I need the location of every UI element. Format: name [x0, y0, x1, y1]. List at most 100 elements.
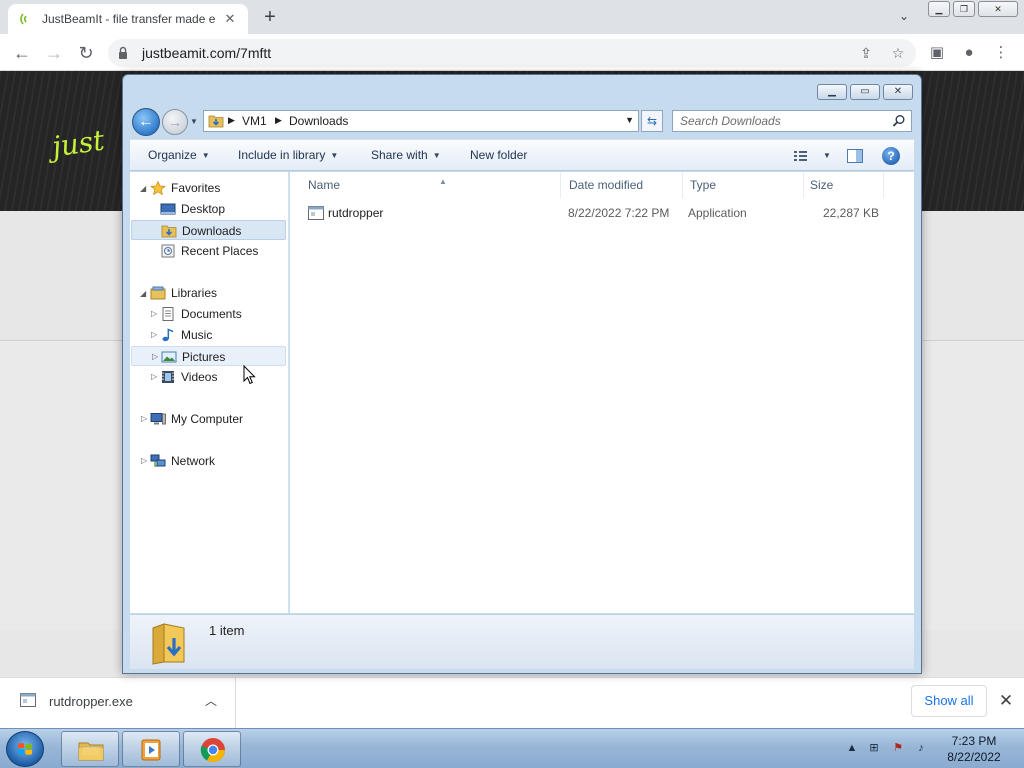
column-header-date-modified[interactable]: Date modified	[563, 172, 683, 198]
explorer-maximize-button[interactable]: ▭	[850, 84, 880, 100]
star-icon	[150, 181, 166, 195]
file-type: Application	[688, 206, 747, 220]
search-icon[interactable]	[892, 114, 906, 128]
taskbar-chrome-button[interactable]	[183, 731, 241, 767]
search-input[interactable]: Search Downloads	[672, 110, 912, 132]
column-header-size[interactable]: Size	[804, 172, 884, 198]
downloads-folder-icon	[208, 115, 224, 128]
file-size: 22,287 KB	[823, 206, 880, 220]
browser-tab-active[interactable]: JustBeamIt - file transfer made e ✕	[8, 4, 248, 34]
nav-label: Music	[181, 328, 213, 342]
nav-documents[interactable]: ▷ Documents	[130, 304, 286, 324]
nav-label: Favorites	[171, 181, 221, 195]
preview-pane-icon[interactable]	[846, 147, 864, 165]
address-bar[interactable]: justbeamit.com/7mftt ⇪ ☆	[108, 39, 916, 67]
taskbar-explorer-button[interactable]	[61, 731, 119, 767]
downloads-folder-large-icon	[152, 623, 185, 665]
browser-tab-strip: JustBeamIt - file transfer made e ✕ + ⌄ …	[0, 0, 1024, 34]
nav-downloads[interactable]: Downloads	[131, 220, 286, 240]
nav-videos[interactable]: ▷ Videos	[130, 367, 286, 387]
system-clock[interactable]: 7:23 PM 8/22/2022	[934, 733, 1014, 765]
action-center-flag-icon[interactable]: ⚑	[891, 741, 905, 755]
search-placeholder: Search Downloads	[680, 114, 781, 128]
nav-recent-places[interactable]: Recent Places	[130, 241, 286, 261]
address-dropdown-icon[interactable]: ▼	[625, 115, 634, 125]
network-icon	[150, 454, 166, 467]
explorer-forward-icon[interactable]: →	[162, 109, 188, 135]
collapsed-triangle-icon[interactable]: ▷	[152, 347, 158, 367]
breadcrumb-separator-icon[interactable]: ▶	[228, 115, 235, 126]
breadcrumb-downloads[interactable]: Downloads	[289, 114, 348, 128]
refresh-icon[interactable]: ⇆	[641, 110, 663, 132]
item-count: 1 item	[209, 623, 245, 638]
column-header-type[interactable]: Type	[684, 172, 804, 198]
browser-minimize-button[interactable]: ▁	[928, 1, 950, 17]
organize-button[interactable]: Organize ▼	[148, 148, 210, 162]
browser-restore-button[interactable]: ❐	[953, 1, 975, 17]
tab-search-chevron-icon[interactable]: ⌄	[896, 9, 912, 25]
include-in-library-label: Include in library	[238, 148, 326, 162]
file-name: rutdropper	[328, 206, 384, 220]
reload-icon[interactable]: ↻	[74, 41, 98, 65]
nav-pictures[interactable]: ▷ Pictures	[131, 346, 286, 366]
profile-avatar-icon[interactable]: ●	[959, 43, 979, 63]
explorer-close-button[interactable]: ✕	[883, 84, 913, 100]
file-row[interactable]: rutdropper 8/22/2022 7:22 PM Application…	[290, 202, 914, 224]
side-panel-icon[interactable]: ▣	[927, 43, 947, 63]
collapsed-triangle-icon[interactable]: ▷	[151, 325, 157, 345]
start-button[interactable]	[6, 731, 44, 767]
chrome-menu-icon[interactable]: ⋮	[991, 43, 1011, 63]
collapsed-triangle-icon[interactable]: ▷	[151, 304, 157, 324]
explorer-address-bar[interactable]: ▶ VM1 ▶ Downloads ▼	[203, 110, 639, 132]
share-with-button[interactable]: Share with ▼	[371, 148, 441, 162]
help-icon[interactable]: ?	[882, 147, 900, 165]
expanded-triangle-icon[interactable]: ◢	[140, 179, 146, 199]
nav-desktop[interactable]: Desktop	[130, 199, 286, 219]
taskbar-media-player-button[interactable]	[122, 731, 180, 767]
tab-close-icon[interactable]: ✕	[222, 11, 238, 27]
recent-places-icon	[161, 244, 175, 258]
nav-music[interactable]: ▷ Music	[130, 325, 286, 345]
bookmark-star-icon[interactable]: ☆	[889, 44, 907, 62]
expanded-triangle-icon[interactable]: ◢	[140, 284, 146, 304]
clock-time: 7:23 PM	[951, 734, 997, 748]
nav-network[interactable]: ▷ Network	[130, 451, 286, 471]
network-tray-icon[interactable]: ⊞	[867, 741, 881, 755]
change-view-icon[interactable]	[792, 147, 810, 165]
browser-close-button[interactable]: ✕	[978, 1, 1018, 17]
view-options-dropdown-icon[interactable]: ▼	[818, 148, 831, 162]
nav-my-computer[interactable]: ▷ My Computer	[130, 409, 286, 429]
nav-label: Downloads	[182, 224, 242, 238]
nav-label: Recent Places	[181, 244, 259, 258]
collapsed-triangle-icon[interactable]: ▷	[151, 367, 157, 387]
explorer-window: ▁ ▭ ✕ ← → ▼ ▶ VM1 ▶ Downloads ▼ ⇆ Search…	[122, 74, 922, 674]
breadcrumb-vm1[interactable]: VM1	[242, 114, 267, 128]
share-with-label: Share with	[371, 148, 428, 162]
clock-date: 8/22/2022	[947, 750, 1001, 764]
chevron-up-icon[interactable]: ︿	[205, 692, 217, 709]
nav-label: Network	[171, 454, 216, 468]
recent-locations-dropdown-icon[interactable]: ▼	[190, 117, 200, 127]
share-icon[interactable]: ⇪	[857, 44, 875, 62]
show-hidden-icons-icon[interactable]: ▲	[845, 741, 859, 755]
download-shelf: rutdropper.exe ︿ Show all ✕	[0, 677, 1024, 728]
show-all-button[interactable]: Show all	[911, 685, 987, 717]
new-tab-plus-icon[interactable]: +	[260, 7, 280, 27]
forward-arrow-icon[interactable]: →	[42, 41, 66, 65]
explorer-back-icon[interactable]: ←	[132, 108, 160, 136]
nav-favorites[interactable]: ◢ Favorites	[130, 178, 286, 198]
column-header-name[interactable]: Name ▲	[302, 172, 561, 198]
collapsed-triangle-icon[interactable]: ▷	[141, 409, 147, 429]
explorer-minimize-button[interactable]: ▁	[817, 84, 847, 100]
new-folder-button[interactable]: New folder	[470, 148, 527, 162]
back-arrow-icon[interactable]: ←	[10, 41, 34, 65]
download-item[interactable]: rutdropper.exe ︿	[0, 678, 236, 728]
include-in-library-button[interactable]: Include in library ▼	[238, 148, 338, 162]
volume-icon[interactable]: ♪	[914, 741, 928, 755]
browser-toolbar: ← → ↻ justbeamit.com/7mftt ⇪ ☆ ▣ ● ⋮	[0, 34, 1024, 71]
close-download-bar-icon[interactable]: ✕	[996, 691, 1016, 711]
collapsed-triangle-icon[interactable]: ▷	[141, 451, 147, 471]
breadcrumb-separator-icon[interactable]: ▶	[275, 115, 282, 126]
sort-ascending-icon: ▲	[439, 177, 447, 186]
nav-libraries[interactable]: ◢ Libraries	[130, 283, 286, 303]
